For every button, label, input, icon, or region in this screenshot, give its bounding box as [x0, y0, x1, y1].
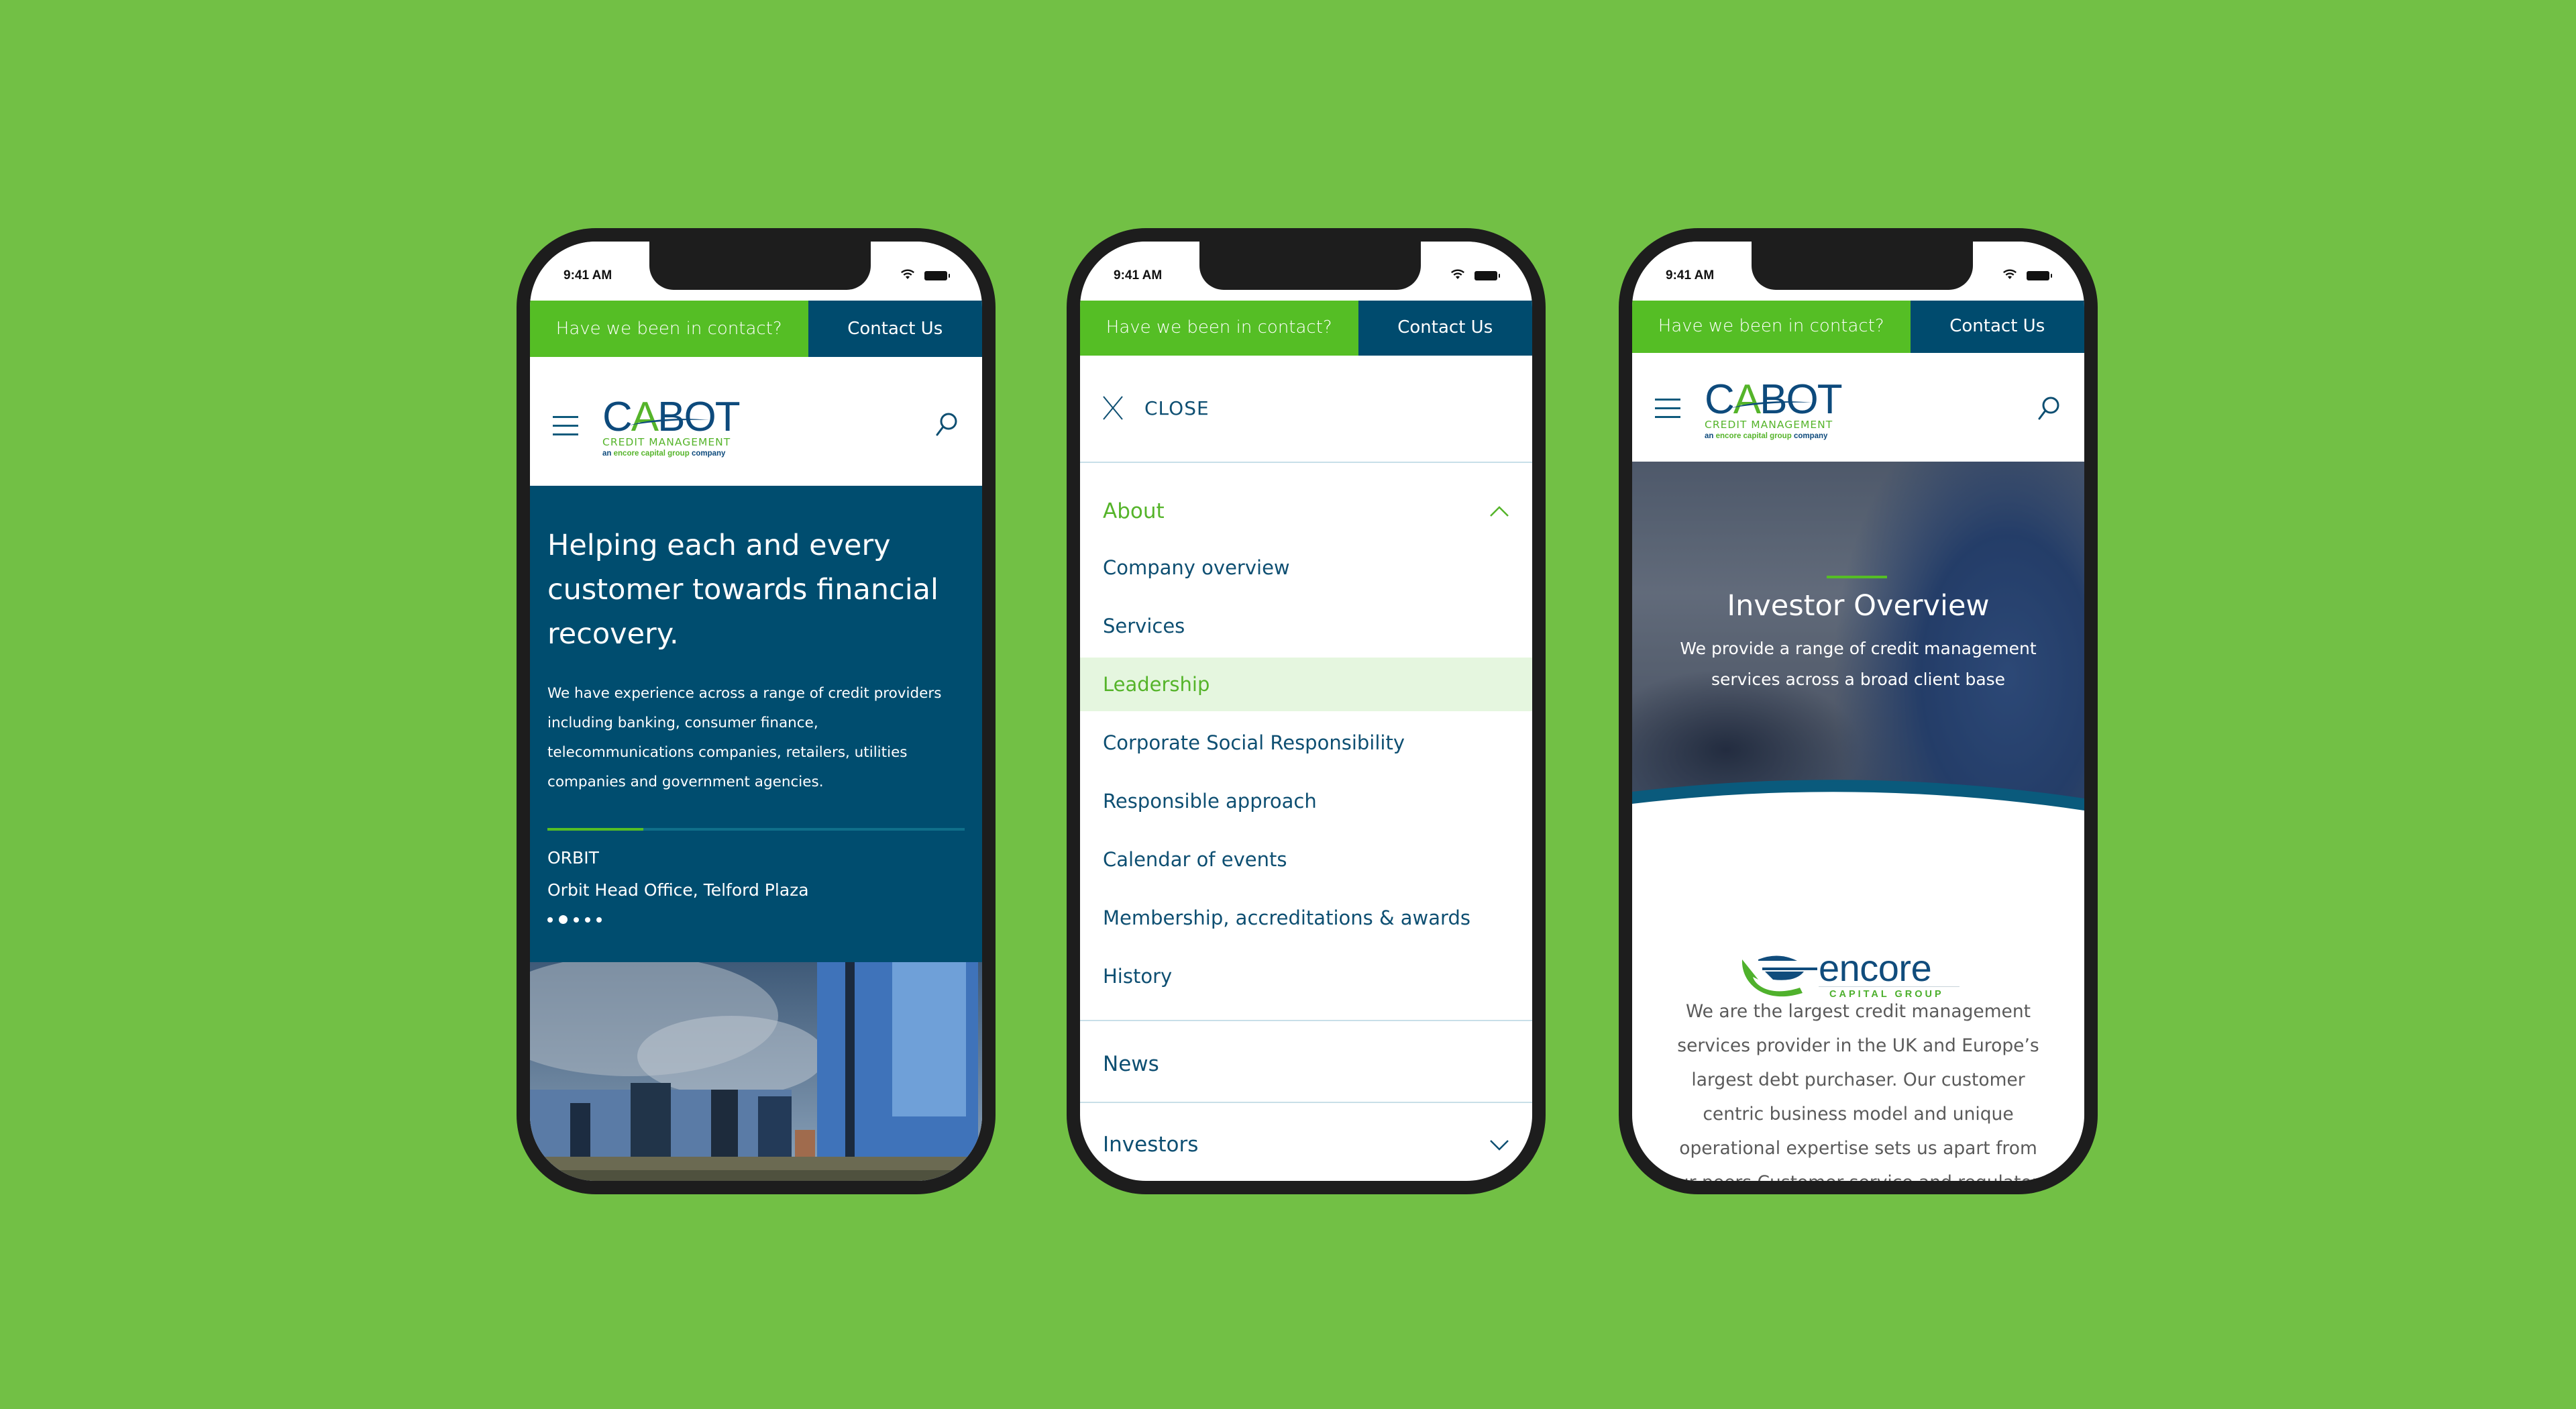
- wifi-icon: [1451, 269, 1464, 279]
- location-subtitle: Orbit Head Office, Telford Plaza: [547, 880, 809, 900]
- menu-item-label: Corporate Social Responsibility: [1103, 731, 1405, 754]
- site-header: CABOT CREDIT MANAGEMENT an encore capita…: [1632, 353, 2084, 462]
- menu-divider: [1080, 1020, 1532, 1021]
- notch: [1752, 242, 1973, 290]
- carousel-dot[interactable]: [574, 917, 579, 923]
- search-icon[interactable]: [2037, 396, 2060, 421]
- notch: [649, 242, 871, 290]
- slide-progress-fill: [547, 828, 644, 831]
- notch: [1199, 242, 1421, 290]
- contact-us-button[interactable]: Contact Us: [1910, 299, 2084, 353]
- phone-home: 9:41 AM Have we been in contact? Contact…: [517, 228, 996, 1194]
- hero-curve-divider: [1632, 780, 2084, 852]
- close-menu-button[interactable]: CLOSE: [1080, 354, 1532, 463]
- menu-item-membership-accreditations-awards[interactable]: Membership, accreditations & awards: [1080, 891, 1532, 945]
- title-accent-line: [1827, 576, 1887, 578]
- cabot-logo[interactable]: CABOT CREDIT MANAGEMENT an encore capita…: [1705, 376, 1845, 441]
- menu-section-label: Investors: [1103, 1133, 1199, 1157]
- logo-swoosh: [629, 419, 710, 425]
- carousel-dot[interactable]: [596, 917, 602, 923]
- battery-icon: [2027, 271, 2052, 280]
- menu-item-services[interactable]: Services: [1080, 599, 1532, 653]
- phone-investors-screen: 9:41 AM Have we been in contact? Contact…: [1632, 242, 2084, 1181]
- office-buildings-photo: [530, 962, 982, 1181]
- wifi-icon: [901, 269, 914, 279]
- status-time: 9:41 AM: [1666, 268, 1715, 282]
- menu-section-investors[interactable]: Investors: [1080, 1118, 1532, 1171]
- menu-section-news[interactable]: News: [1080, 1037, 1532, 1091]
- status-time: 9:41 AM: [1114, 268, 1163, 282]
- contact-bar: Have we been in contact? Contact Us: [1080, 299, 1532, 356]
- logo-tagline: an encore capital group company: [1705, 432, 1828, 440]
- search-icon[interactable]: [935, 412, 958, 437]
- carousel-dots: [547, 915, 602, 924]
- logo-wordmark: CABOT: [1705, 376, 1843, 423]
- phone-home-screen: 9:41 AM Have we been in contact? Contact…: [530, 242, 982, 1181]
- encore-wordmark: encore: [1819, 947, 1932, 989]
- menu-divider: [1080, 1102, 1532, 1103]
- menu-item-label: Leadership: [1103, 673, 1210, 696]
- slide-progress-bar: [547, 828, 965, 831]
- close-label: CLOSE: [1144, 397, 1210, 419]
- menu-section-label: About: [1103, 499, 1165, 523]
- have-we-been-in-contact-link[interactable]: Have we been in contact?: [1080, 299, 1358, 356]
- logo-wordmark: CABOT: [602, 394, 741, 440]
- carousel-dot[interactable]: [585, 917, 590, 923]
- status-time: 9:41 AM: [564, 268, 612, 282]
- menu-item-label: Responsible approach: [1103, 790, 1317, 813]
- about-line: largest debt purchaser. Our customer: [1691, 1069, 2025, 1090]
- menu-item-label: Membership, accreditations & awards: [1103, 906, 1470, 929]
- menu-item-label: History: [1103, 965, 1173, 988]
- hero-headline: Helping each and every customer towards …: [547, 529, 938, 651]
- about-line: operational expertise sets us apart from: [1679, 1138, 2037, 1159]
- about-line: We are the largest credit management: [1685, 1001, 2031, 1022]
- investor-about-text: We are the largest credit management ser…: [1642, 994, 2075, 1181]
- investor-title: Investor Overview: [1727, 589, 1990, 623]
- menu-item-responsible-approach[interactable]: Responsible approach: [1080, 774, 1532, 828]
- battery-icon: [1474, 271, 1500, 280]
- encore-logo-rule: [1819, 986, 1960, 987]
- menu-item-calendar-of-events[interactable]: Calendar of events: [1080, 833, 1532, 886]
- about-line: centric business model and unique: [1703, 1104, 2014, 1125]
- investor-subtitle: We provide a range of credit management …: [1680, 639, 2037, 689]
- menu-item-history[interactable]: History: [1080, 949, 1532, 1003]
- menu-item-label: Services: [1103, 615, 1185, 637]
- logo-tagline: an encore capital group company: [602, 450, 726, 458]
- menu-item-label: Calendar of events: [1103, 848, 1287, 871]
- hamburger-icon[interactable]: [553, 416, 578, 436]
- phone-investors: 9:41 AM Have we been in contact? Contact…: [1619, 228, 2098, 1194]
- hero-body: We have experience across a range of cre…: [547, 685, 942, 790]
- phone-menu: 9:41 AM Have we been in contact? Contact…: [1067, 228, 1546, 1194]
- hero-section: Helping each and every customer towards …: [530, 486, 982, 962]
- chevron-up-icon[interactable]: [1489, 505, 1509, 517]
- site-header: CABOT CREDIT MANAGEMENT an encore capita…: [530, 357, 982, 486]
- menu-section-label: News: [1103, 1052, 1159, 1076]
- logo-swoosh: [1731, 401, 1812, 408]
- phone-menu-screen: 9:41 AM Have we been in contact? Contact…: [1080, 242, 1532, 1181]
- contact-us-button[interactable]: Contact Us: [808, 301, 982, 357]
- cabot-logo[interactable]: CABOT CREDIT MANAGEMENT an encore capita…: [602, 394, 743, 459]
- carousel-dot[interactable]: [559, 915, 568, 924]
- about-line: services provider in the UK and Europe’s: [1677, 1035, 2039, 1056]
- menu-item-label: Company overview: [1103, 556, 1290, 579]
- carousel-dot[interactable]: [547, 917, 553, 923]
- chevron-down-icon[interactable]: [1489, 1139, 1509, 1151]
- buildings-illustration: [530, 962, 982, 1181]
- about-line: our peers.Customer service and regulator…: [1642, 1165, 2075, 1181]
- contact-bar: Have we been in contact? Contact Us: [530, 301, 982, 357]
- contact-bar: Have we been in contact? Contact Us: [1632, 299, 2084, 353]
- menu-item-company-overview[interactable]: Company overview: [1080, 541, 1532, 594]
- close-icon: [1103, 396, 1123, 420]
- wifi-icon: [2003, 269, 2017, 279]
- contact-us-button[interactable]: Contact Us: [1358, 299, 1532, 356]
- battery-icon: [924, 271, 950, 280]
- menu-item-corporate-social-responsibility[interactable]: Corporate Social Responsibility: [1080, 716, 1532, 770]
- have-we-been-in-contact-link[interactable]: Have we been in contact?: [1632, 299, 1911, 353]
- have-we-been-in-contact-link[interactable]: Have we been in contact?: [530, 301, 808, 357]
- hamburger-icon[interactable]: [1655, 399, 1680, 419]
- menu-item-leadership[interactable]: Leadership: [1080, 658, 1532, 711]
- location-title: ORBIT: [547, 848, 599, 868]
- menu-section-about[interactable]: About: [1080, 484, 1532, 538]
